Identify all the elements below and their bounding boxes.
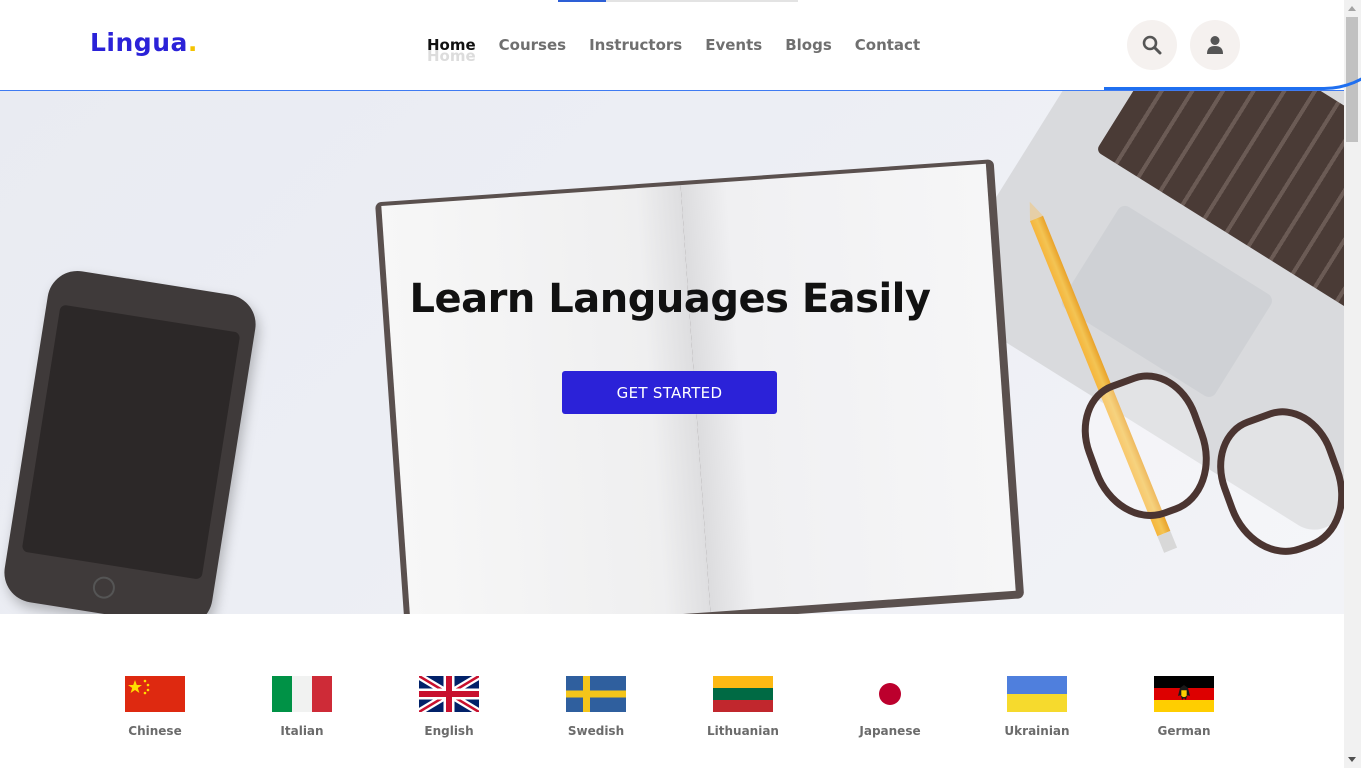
logo-dot: . xyxy=(187,28,198,57)
flag-italy-icon xyxy=(272,676,332,712)
language-item-italian[interactable]: Italian xyxy=(242,676,362,738)
nav-instructors[interactable]: Instructors xyxy=(589,36,682,54)
hero-banner: Learn Languages Easily GET STARTED xyxy=(0,91,1344,614)
flag-china-icon xyxy=(125,676,185,712)
language-label: Chinese xyxy=(128,724,182,738)
nav-home[interactable]: Home xyxy=(427,36,476,54)
language-label: Swedish xyxy=(567,724,625,738)
scroll-down-arrow-icon[interactable] xyxy=(1348,757,1356,762)
nav-blogs[interactable]: Blogs xyxy=(785,36,832,54)
language-item-japanese[interactable]: Japanese xyxy=(830,676,950,738)
site-header: Lingua. Home Courses Instructors Events … xyxy=(0,0,1361,91)
language-list: Chinese Italian English Swedish Lithuani… xyxy=(0,676,1344,756)
language-label: Italian xyxy=(280,724,324,738)
language-label: German xyxy=(1157,724,1211,738)
nav-contact[interactable]: Contact xyxy=(855,36,920,54)
language-item-german[interactable]: German xyxy=(1124,676,1244,738)
language-item-ukrainian[interactable]: Ukrainian xyxy=(977,676,1097,738)
language-label: Ukrainian xyxy=(1004,724,1070,738)
header-corner-decoration xyxy=(1104,0,1361,90)
site-logo[interactable]: Lingua. xyxy=(90,28,198,57)
flag-lithuania-icon xyxy=(713,676,773,712)
language-label: Lithuanian xyxy=(707,724,779,738)
page-load-indicator xyxy=(558,0,798,2)
language-item-swedish[interactable]: Swedish xyxy=(536,676,656,738)
language-label: English xyxy=(424,724,474,738)
nav-courses[interactable]: Courses xyxy=(499,36,566,54)
hero-title: Learn Languages Easily xyxy=(409,276,931,322)
language-item-english[interactable]: English xyxy=(389,676,509,738)
language-item-lithuanian[interactable]: Lithuanian xyxy=(683,676,803,738)
flag-uk-icon xyxy=(419,676,479,712)
nav-events[interactable]: Events xyxy=(705,36,762,54)
language-label: Japanese xyxy=(859,724,921,738)
language-item-chinese[interactable]: Chinese xyxy=(95,676,215,738)
logo-text: Lingua xyxy=(90,28,188,57)
main-nav: Home Courses Instructors Events Blogs Co… xyxy=(427,36,943,65)
flag-japan-icon xyxy=(860,676,920,712)
flag-sweden-icon xyxy=(566,676,626,712)
flag-germany-icon xyxy=(1154,676,1214,712)
page-scrollbar[interactable] xyxy=(1344,0,1361,768)
flag-ukraine-icon xyxy=(1007,676,1067,712)
get-started-button[interactable]: GET STARTED xyxy=(562,371,777,414)
